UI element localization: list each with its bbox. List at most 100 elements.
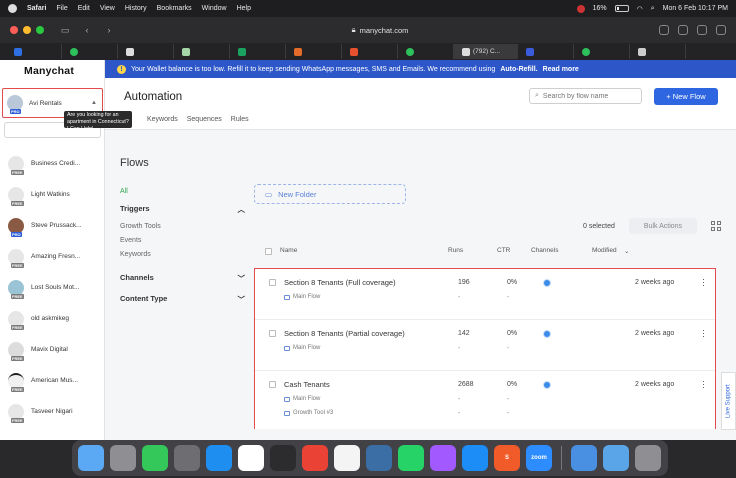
address-bar[interactable]: 🔒︎ manychat.com [300,23,460,37]
flow-subitem[interactable]: Main Flow [284,294,320,300]
grid-view-icon[interactable] [711,221,721,231]
mail-icon[interactable] [571,445,597,471]
filter-events[interactable]: Events [120,237,245,244]
tab-3[interactable] [118,44,174,59]
slack-icon[interactable] [238,445,264,471]
search-icon[interactable]: ⌕ [651,5,655,13]
account-item[interactable]: PRO Steve Prussack... [0,210,105,241]
filter-keywords[interactable]: Keywords [120,251,245,258]
tab-4[interactable] [174,44,230,59]
facetime-icon[interactable] [142,445,168,471]
downloads-icon[interactable] [659,25,669,35]
filter-all[interactable]: All [120,188,245,195]
flow-subitem[interactable]: Main Flow [284,396,320,402]
tab-10[interactable] [518,44,574,59]
table-row[interactable]: Section 8 Tenants (Full coverage) Main F… [255,269,715,320]
row-checkbox[interactable] [269,381,276,388]
tab-rules[interactable]: Rules [231,116,249,123]
menu-history[interactable]: History [125,5,147,12]
share-icon[interactable] [678,25,688,35]
flow-search-input[interactable] [542,92,633,100]
tab-active[interactable]: (792) C... [454,44,518,59]
table-row[interactable]: Cash Tenants Main Flow Growth Tool #3 26… [255,371,715,429]
row-checkbox[interactable] [269,330,276,337]
trash-icon[interactable] [635,445,661,471]
menu-view[interactable]: View [100,5,115,12]
flow-subitem[interactable]: Main Flow [284,345,320,351]
read-more-link[interactable]: Read more [543,66,579,73]
account-item[interactable]: FREE Business Credi... [0,148,105,179]
filter-growth-tools[interactable]: Growth Tools [120,223,245,230]
flow-search[interactable]: ⌕ [529,88,642,104]
sort-chevron-icon[interactable]: ⌄ [624,247,629,255]
wifi-icon[interactable]: ◠ [637,5,643,13]
tab-6[interactable] [286,44,342,59]
tab-keywords[interactable]: Keywords [147,116,178,123]
preview-icon[interactable] [366,445,392,471]
system-settings-icon[interactable] [174,445,200,471]
tab-11[interactable] [574,44,630,59]
tab-12[interactable] [630,44,686,59]
flow-subitem[interactable]: Growth Tool #3 [284,410,333,416]
new-tab-icon[interactable] [697,25,707,35]
downloads-folder-icon[interactable] [603,445,629,471]
menu-bookmarks[interactable]: Bookmarks [157,5,192,12]
menu-safari[interactable]: Safari [27,5,46,12]
chrome-icon[interactable] [302,445,328,471]
tab-8[interactable] [398,44,454,59]
column-name[interactable]: Name [280,247,297,254]
tab-5[interactable] [230,44,286,59]
account-item[interactable]: FREE American Mus... [0,365,105,396]
menu-file[interactable]: File [56,5,67,12]
auto-refill-link[interactable]: Auto-Refill. [500,66,537,73]
account-item[interactable]: FREE Lost Souls Mot... [0,272,105,303]
safari-icon[interactable] [206,445,232,471]
live-support-button[interactable]: Live Support [721,372,736,430]
account-item[interactable]: FREE Mavix Digital [0,334,105,365]
photos-icon[interactable] [334,445,360,471]
account-item[interactable]: FREE old askmikeg [0,303,105,334]
more-options-icon[interactable]: · · · [702,326,705,341]
manychat-logo[interactable]: Manychat [0,60,104,82]
finder-icon[interactable] [78,445,104,471]
select-all-checkbox[interactable] [265,248,272,255]
tab-1[interactable] [6,44,62,59]
row-checkbox[interactable] [269,279,276,286]
account-item[interactable]: FREE Light Watkins [0,179,105,210]
column-runs[interactable]: Runs [448,247,463,254]
tab-sequences[interactable]: Sequences [187,116,222,123]
whatsapp-icon[interactable] [398,445,424,471]
minimize-window-icon[interactable] [23,26,31,34]
scribd-icon[interactable]: S [494,445,520,471]
zoom-icon[interactable]: zoom [526,445,552,471]
column-channels[interactable]: Channels [531,247,558,254]
account-item[interactable]: FREE Amazing Fresn... [0,241,105,272]
more-options-icon[interactable]: · · · [702,377,705,392]
menu-edit[interactable]: Edit [78,5,90,12]
launchpad-icon[interactable] [110,445,136,471]
filter-triggers[interactable]: Triggers ︿ [120,204,245,215]
menu-help[interactable]: Help [237,5,251,12]
tab-overview-icon[interactable] [716,25,726,35]
more-options-icon[interactable]: · · · [702,275,705,290]
sidebar-toggle-icon[interactable]: ▭ [58,24,72,36]
flow-name[interactable]: Section 8 Tenants (Partial coverage) [284,329,405,338]
datetime[interactable]: Mon 6 Feb 10:17 PM [663,5,728,12]
account-item[interactable]: FREE Tasveer Nigari [0,396,105,427]
new-flow-button[interactable]: + New Flow [654,88,718,105]
new-folder-button[interactable]: ▭ New Folder [254,184,406,204]
recording-icon[interactable] [576,4,585,13]
battery-icon[interactable] [614,5,629,12]
app-store-icon[interactable] [462,445,488,471]
close-window-icon[interactable] [10,26,18,34]
table-row[interactable]: Section 8 Tenants (Partial coverage) Mai… [255,320,715,371]
menu-window[interactable]: Window [202,5,227,12]
flow-name[interactable]: Section 8 Tenants (Full coverage) [284,278,396,287]
messenger-icon[interactable] [430,445,456,471]
column-ctr[interactable]: CTR [497,247,510,254]
filter-content-type[interactable]: Content Type ﹀ [120,294,245,305]
tab-7[interactable] [342,44,398,59]
bulk-actions-button[interactable]: Bulk Actions [629,218,697,234]
forward-icon[interactable]: › [102,24,116,36]
tab-2[interactable] [62,44,118,59]
